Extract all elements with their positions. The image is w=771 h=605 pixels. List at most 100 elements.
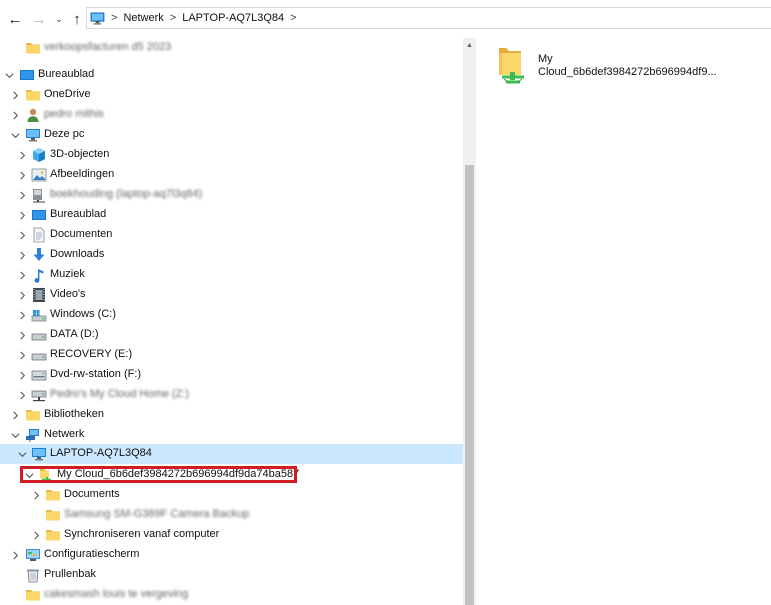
address-toolbar: ← → ⌄ ↑ > Netwerk > LAPTOP-AQ7L3Q84 > xyxy=(0,0,771,38)
user-icon xyxy=(25,107,41,123)
chevron-right-icon[interactable] xyxy=(17,190,27,200)
chevron-down-icon[interactable] xyxy=(24,470,34,480)
breadcrumb-separator[interactable]: > xyxy=(170,12,176,24)
nav-item-recovery-e[interactable]: RECOVERY (E:) xyxy=(0,345,463,365)
pc-icon xyxy=(25,127,41,143)
nav-item-label: Bibliotheken xyxy=(44,408,104,420)
chevron-down-icon[interactable] xyxy=(4,70,14,80)
dvd-drive-icon xyxy=(31,367,47,383)
nav-item-dvd-f[interactable]: Dvd-rw-station (F:) xyxy=(0,365,463,385)
nav-item-prullenbak[interactable]: Prullenbak xyxy=(0,565,463,585)
nav-item-data-d[interactable]: DATA (D:) xyxy=(0,325,463,345)
chevron-right-icon[interactable] xyxy=(17,270,27,280)
nav-item-label: Configuratiescherm xyxy=(44,548,140,560)
nav-item-camera-backup[interactable]: Samsung SM-G389F Camera Backup xyxy=(0,505,463,525)
music-icon xyxy=(31,267,47,283)
chevron-right-icon[interactable] xyxy=(31,490,41,500)
nav-item-onedrive[interactable]: OneDrive xyxy=(0,85,463,105)
nav-item-afbeeldingen[interactable]: Afbeeldingen xyxy=(0,165,463,185)
nav-item-synchroniseren[interactable]: Synchroniseren vanaf computer xyxy=(0,525,463,545)
nav-pane-scrollbar[interactable]: ▲ xyxy=(463,38,476,605)
chevron-right-icon[interactable] xyxy=(17,230,27,240)
breadcrumb-separator[interactable]: > xyxy=(290,12,296,24)
scroll-up-button[interactable]: ▲ xyxy=(463,38,476,52)
recent-locations-button[interactable]: ⌄ xyxy=(52,9,66,29)
folder-icon xyxy=(25,587,41,603)
nav-item-label: 3D-objecten xyxy=(50,148,110,160)
nav-item-label: cakesmash louis te vergeving xyxy=(44,588,189,600)
chevron-right-icon[interactable] xyxy=(17,310,27,320)
pc-icon xyxy=(31,446,47,462)
nav-item-label: My Cloud_6b6def3984272b696994df9da74ba58… xyxy=(57,468,300,480)
content-item-my-cloud[interactable]: My Cloud_6b6def3984272b696994df9... xyxy=(494,44,764,90)
nav-item-bureaublad[interactable]: Bureaublad xyxy=(0,205,463,225)
nav-item-label: Netwerk xyxy=(44,428,85,440)
chevron-right-icon[interactable] xyxy=(17,330,27,340)
breadcrumb-laptop[interactable]: LAPTOP-AQ7L3Q84 xyxy=(182,12,284,24)
nav-item[interactable]: verkoopsfacturen d5 2023 xyxy=(0,38,463,58)
nav-item-3d-objecten[interactable]: 3D-objecten xyxy=(0,145,463,165)
nav-item-label: Bureaublad xyxy=(38,68,95,80)
nav-item-label: Video's xyxy=(50,288,86,300)
nav-item-videos[interactable]: Video's xyxy=(0,285,463,305)
arrow-right-icon: → xyxy=(31,10,47,28)
nav-item-network-drive-z[interactable]: Pedro's My Cloud Home (Z:) xyxy=(0,385,463,405)
chevron-down-icon[interactable] xyxy=(17,449,27,459)
nav-item-windows-c[interactable]: Windows (C:) xyxy=(0,305,463,325)
nav-item-label: boekhouding (laptop-aq7l3q84) xyxy=(50,188,203,200)
nav-item-label: Windows (C:) xyxy=(50,308,117,320)
nav-item-user[interactable]: pedro mithis xyxy=(0,105,463,125)
content-item-label-line2: Cloud_6b6def3984272b696994df9... xyxy=(538,66,717,78)
chevron-right-icon[interactable] xyxy=(17,250,27,260)
nav-item-documents[interactable]: Documents xyxy=(0,485,463,505)
breadcrumb-separator[interactable]: > xyxy=(111,12,117,24)
nav-item-muziek[interactable]: Muziek xyxy=(0,265,463,285)
scroll-thumb[interactable] xyxy=(465,165,474,605)
documents-icon xyxy=(31,227,47,243)
nav-item-label: Afbeeldingen xyxy=(50,168,115,180)
chevron-right-icon[interactable] xyxy=(10,90,20,100)
nav-item-deze-pc[interactable]: Deze pc xyxy=(0,125,463,145)
nav-item-configuratiescherm[interactable]: Configuratiescherm xyxy=(0,545,463,565)
back-button[interactable]: ← xyxy=(6,9,24,29)
forward-button[interactable]: → xyxy=(30,9,48,29)
nav-item-label: Documents xyxy=(64,488,120,500)
up-button[interactable]: ↑ xyxy=(68,9,86,29)
folder-icon xyxy=(45,527,61,543)
nav-item-network-drive[interactable]: boekhouding (laptop-aq7l3q84) xyxy=(0,185,463,205)
chevron-right-icon[interactable] xyxy=(31,530,41,540)
nav-item-documenten[interactable]: Documenten xyxy=(0,225,463,245)
network-drive-icon xyxy=(31,387,47,403)
nav-item-netwerk[interactable]: Netwerk xyxy=(0,425,463,445)
chevron-down-icon[interactable] xyxy=(10,430,20,440)
nav-item-laptop[interactable]: LAPTOP-AQ7L3Q84 xyxy=(0,444,463,464)
nav-item-cakesmash[interactable]: cakesmash louis te vergeving xyxy=(0,585,463,605)
drive-icon xyxy=(31,327,47,343)
arrow-left-icon: ← xyxy=(7,10,23,28)
desktop-icon xyxy=(19,67,35,83)
chevron-right-icon[interactable] xyxy=(17,150,27,160)
nav-item-downloads[interactable]: Downloads xyxy=(0,245,463,265)
chevron-down-icon[interactable] xyxy=(10,130,20,140)
pictures-icon xyxy=(31,167,47,183)
chevron-right-icon[interactable] xyxy=(10,550,20,560)
address-bar[interactable]: > Netwerk > LAPTOP-AQ7L3Q84 > xyxy=(86,7,771,29)
chevron-right-icon[interactable] xyxy=(17,210,27,220)
nav-item-bureaublad-root[interactable]: Bureaublad xyxy=(0,65,463,85)
nav-item-label: LAPTOP-AQ7L3Q84 xyxy=(50,447,152,459)
nav-item-label: Deze pc xyxy=(44,128,85,140)
nav-item-my-cloud[interactable]: My Cloud_6b6def3984272b696994df9da74ba58… xyxy=(0,465,463,485)
chevron-right-icon[interactable] xyxy=(17,370,27,380)
network-icon xyxy=(25,427,41,443)
nav-item-bibliotheken[interactable]: Bibliotheken xyxy=(0,405,463,425)
downloads-icon xyxy=(31,247,47,263)
breadcrumb-netwerk[interactable]: Netwerk xyxy=(123,12,163,24)
chevron-right-icon[interactable] xyxy=(10,110,20,120)
nav-item-label: OneDrive xyxy=(44,88,91,100)
chevron-right-icon[interactable] xyxy=(17,350,27,360)
chevron-right-icon[interactable] xyxy=(17,170,27,180)
chevron-right-icon[interactable] xyxy=(10,410,20,420)
chevron-right-icon[interactable] xyxy=(17,390,27,400)
folder-icon xyxy=(25,407,41,423)
chevron-right-icon[interactable] xyxy=(17,290,27,300)
